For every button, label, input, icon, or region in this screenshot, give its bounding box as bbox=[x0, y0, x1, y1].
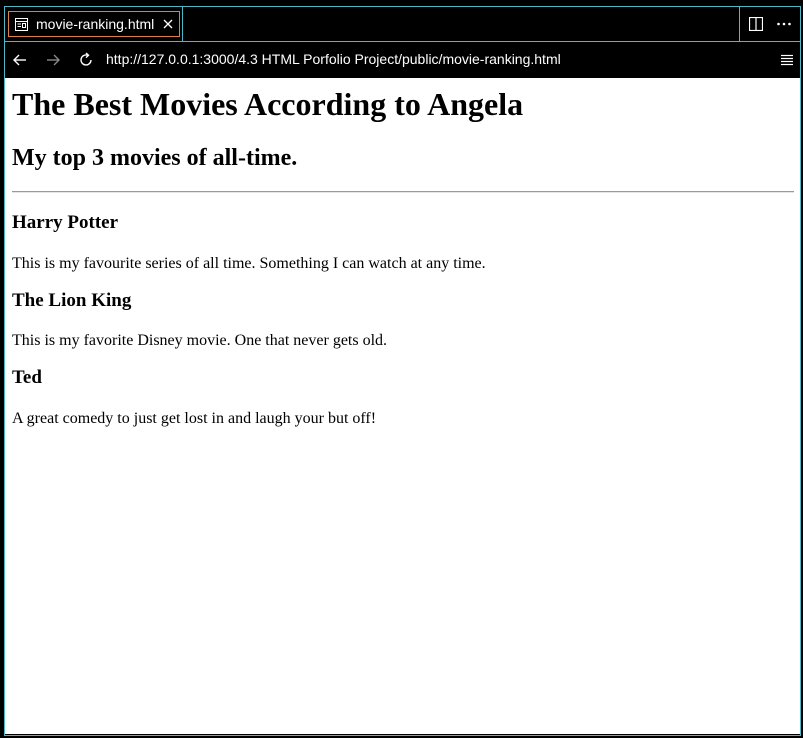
url-field[interactable]: http://127.0.0.1:3000/4.3 HTML Porfolio … bbox=[106, 51, 561, 67]
movie-description: A great comedy to just get lost in and l… bbox=[12, 410, 377, 427]
movie-title: Harry Potter bbox=[12, 212, 119, 233]
back-arrow-icon[interactable] bbox=[12, 52, 28, 68]
page-subtitle: My top 3 movies of all-time. bbox=[12, 145, 298, 171]
address-bar: http://127.0.0.1:3000/4.3 HTML Porfolio … bbox=[5, 42, 800, 78]
toolbar-divider bbox=[739, 7, 740, 42]
tab-bar: movie-ranking.html bbox=[5, 7, 800, 42]
split-editor-icon[interactable] bbox=[749, 17, 763, 31]
tab-divider bbox=[182, 7, 183, 42]
page-title: The Best Movies According to Angela bbox=[12, 86, 524, 122]
movie-description: This is my favorite Disney movie. One th… bbox=[12, 332, 388, 349]
tab-movie-ranking[interactable]: movie-ranking.html bbox=[8, 11, 180, 37]
reload-icon[interactable] bbox=[78, 52, 94, 68]
more-actions-icon[interactable] bbox=[776, 17, 792, 31]
close-icon[interactable] bbox=[161, 17, 175, 31]
divider bbox=[12, 191, 794, 193]
tab-label: movie-ranking.html bbox=[36, 16, 155, 32]
movie-description: This is my favourite series of all time.… bbox=[12, 255, 486, 272]
browser-window: movie-ranking.html http://127.0.0.1:3000… bbox=[0, 0, 803, 738]
forward-arrow-icon[interactable] bbox=[45, 52, 61, 68]
menu-icon[interactable] bbox=[780, 53, 794, 67]
movie-title: The Lion King bbox=[12, 290, 132, 311]
movie-title: Ted bbox=[12, 367, 42, 388]
preview-icon bbox=[15, 17, 28, 31]
page-viewport: The Best Movies According to Angela My t… bbox=[5, 78, 800, 734]
